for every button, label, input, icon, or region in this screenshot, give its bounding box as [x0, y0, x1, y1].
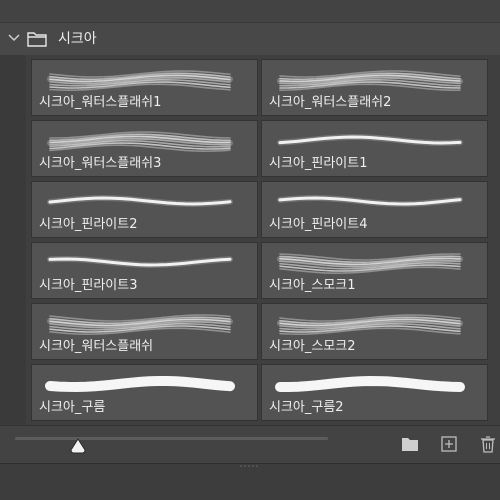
folder-icon [27, 32, 47, 47]
brush-name: 시크아_워터스플래쉬 [39, 339, 154, 354]
brush-tile[interactable]: 시크아_워터스플래쉬2 [261, 59, 488, 116]
brush-stroke-preview [277, 253, 463, 275]
brush-tile[interactable]: 시크아_핀라이트4 [261, 181, 488, 238]
brush-name: 시크아_핀라이트4 [269, 217, 368, 232]
brush-tile[interactable]: 시크아_워터스플래쉬 [31, 303, 258, 360]
brush-name: 시크아_핀라이트3 [39, 278, 138, 293]
brush-tile[interactable]: 시크아_구름2 [261, 364, 488, 421]
brush-grid: 시크아_워터스플래쉬1 시크아_워터스플래쉬2 시크아_워터스플래쉬3 시크아_핀라이… [0, 55, 500, 425]
brush-tile[interactable]: 시크아_워터스플래쉬3 [31, 120, 258, 177]
brush-tile[interactable]: 시크아_스모크2 [261, 303, 488, 360]
brush-tile[interactable]: 시크아_핀라이트1 [261, 120, 488, 177]
brush-size-slider-thumb[interactable] [70, 438, 86, 454]
brush-name: 시크아_워터스플래쉬3 [39, 156, 162, 171]
delete-brush-button[interactable] [478, 434, 498, 454]
brush-name: 시크아_핀라이트1 [269, 156, 368, 171]
brush-stroke-preview [47, 194, 233, 208]
brush-stroke-preview [45, 376, 235, 393]
group-title: 시크아 [58, 31, 97, 47]
brushes-panel: 시크아 시크아_워터스플래쉬1 시크아_워터스플래쉬2 시크아_워터스플래쉬3 시크아… [0, 0, 500, 500]
brush-tile[interactable]: 시크아_워터스플래쉬1 [31, 59, 258, 116]
brush-name: 시크아_핀라이트2 [39, 217, 138, 232]
brush-stroke-preview [47, 255, 233, 269]
brush-stroke-preview [47, 70, 233, 92]
chevron-down-icon[interactable] [7, 31, 21, 45]
brush-tile[interactable]: 시크아_스모크1 [261, 242, 488, 299]
brush-size-slider-track[interactable] [15, 437, 328, 440]
brush-name: 시크아_스모크2 [269, 339, 356, 354]
new-group-button[interactable] [400, 434, 420, 454]
new-brush-button[interactable] [439, 434, 459, 454]
resize-grip-icon[interactable] [238, 464, 262, 468]
brush-name: 시크아_구름 [39, 400, 106, 415]
panel-footer [0, 425, 500, 464]
brush-name: 시크아_스모크1 [269, 278, 356, 293]
brush-name: 시크아_구름2 [269, 400, 344, 415]
brush-stroke-preview [277, 194, 463, 208]
brush-stroke-preview [275, 375, 465, 392]
brush-name: 시크아_워터스플래쉬1 [39, 95, 162, 110]
brush-tile[interactable]: 시크아_구름 [31, 364, 258, 421]
brush-stroke-preview [47, 131, 233, 153]
group-indent [0, 55, 26, 425]
brush-stroke-preview [47, 314, 233, 336]
brush-stroke-preview [277, 314, 463, 336]
brush-stroke-preview [277, 133, 463, 147]
brush-tile[interactable]: 시크아_핀라이트3 [31, 242, 258, 299]
brush-group-header[interactable]: 시크아 [0, 22, 500, 55]
brush-stroke-preview [277, 70, 463, 91]
panel-resize-area[interactable] [0, 463, 500, 500]
brush-tile[interactable]: 시크아_핀라이트2 [31, 181, 258, 238]
brush-name: 시크아_워터스플래쉬2 [269, 95, 392, 110]
